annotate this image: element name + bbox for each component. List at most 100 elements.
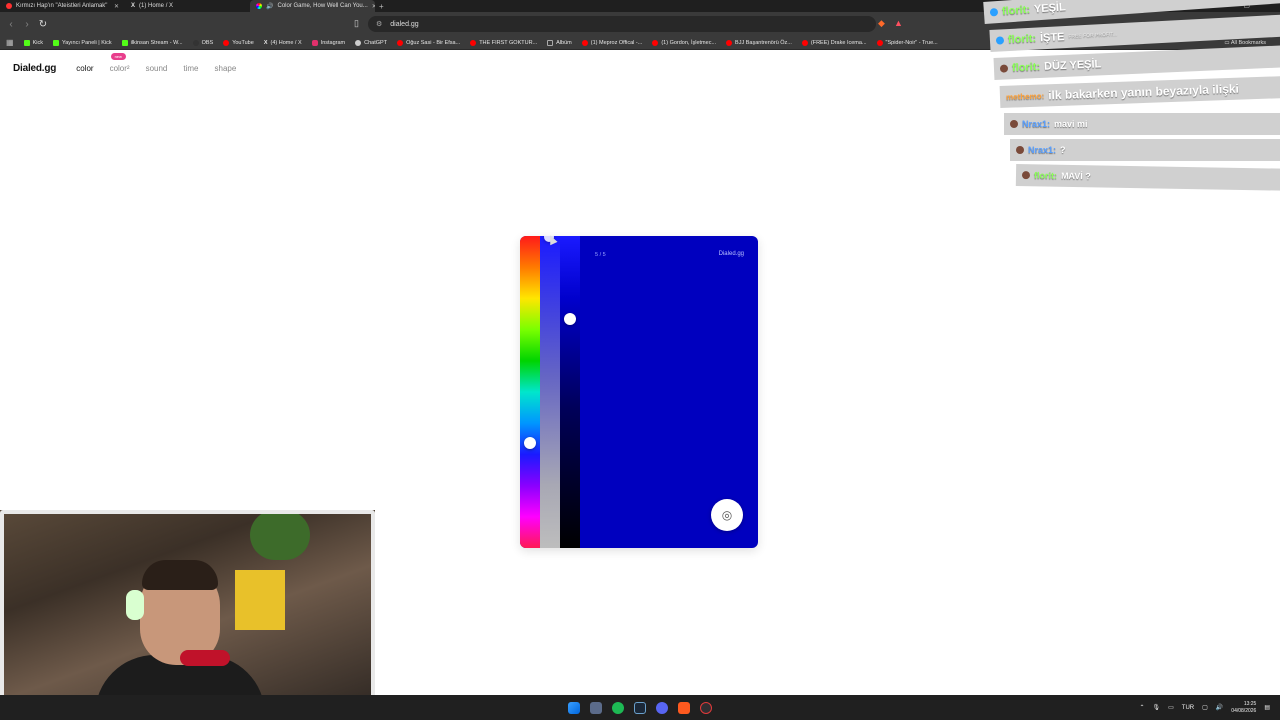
submit-button[interactable]: ◎	[711, 499, 743, 531]
windows-start-icon[interactable]	[568, 701, 580, 714]
mic-tray-icon[interactable]: 🎙	[1153, 704, 1161, 711]
bookmark-item[interactable]: (FREE) Drake Icema...	[801, 39, 867, 46]
saturation-slider[interactable]	[540, 236, 560, 548]
bookmark-label: YouTube	[232, 39, 254, 46]
url-text: dialed.gg	[390, 20, 419, 28]
saturation-handle[interactable]	[524, 437, 536, 449]
tab-1[interactable]: Kırmızı Hap'ın "Ateistleri Anlamak" ✕	[0, 0, 125, 12]
webcam-frame	[0, 510, 375, 720]
site-info-icon[interactable]: ⚙	[376, 20, 382, 28]
new-badge: new	[110, 53, 126, 60]
nav-sound[interactable]: sound	[146, 64, 168, 73]
bookmark-label: THE FIRST GOKTUR...	[479, 39, 538, 46]
nav-time[interactable]: time	[183, 64, 198, 73]
kick-icon	[52, 39, 59, 46]
bookmark-item[interactable]: THE FIRST GOKTUR...	[470, 39, 538, 46]
taskbar: ⌃ 🎙 ▭ TUR ▢ 🔊 13:25 04/08/2026 ▤	[0, 695, 1280, 720]
volume-icon[interactable]: 🔊	[1216, 704, 1223, 711]
bookmark-item[interactable]: X (4) Home / X	[264, 40, 302, 46]
obs-icon	[192, 39, 199, 46]
bookmark-icon[interactable]: ▯	[354, 18, 359, 29]
x-icon: X	[263, 39, 268, 46]
chat-text: ?	[1060, 145, 1066, 155]
notification-icon[interactable]: ▤	[1264, 704, 1270, 711]
dialed-favicon-icon	[256, 3, 262, 9]
bookmark-item[interactable]: (1) Meproz Offical -...	[581, 39, 642, 46]
apps-grid-icon[interactable]: ▦	[6, 38, 14, 47]
bookmark-label: OBS	[201, 39, 214, 46]
network-icon[interactable]: ▢	[1202, 704, 1208, 711]
bookmark-item[interactable]: Instagram	[311, 39, 345, 46]
language-indicator[interactable]: TUR	[1182, 705, 1194, 711]
folder-icon	[547, 39, 554, 46]
nav-label: color²	[109, 64, 130, 73]
bookmark-label: Yayıncı Paneli | Kick	[61, 39, 112, 46]
discord-icon[interactable]	[656, 701, 668, 714]
bookmark-label: (1) Gordon, İşletmec...	[661, 39, 717, 46]
bookmark-item[interactable]: (1) Gordon, İşletmec...	[652, 39, 717, 46]
brave-shield-icon[interactable]: ◆	[878, 18, 885, 29]
chat-username: Nrax1:	[1022, 119, 1051, 129]
address-bar[interactable]: ⚙ dialed.gg	[368, 16, 876, 32]
reload-icon[interactable]: ↻	[38, 19, 48, 30]
youtube-favicon-icon	[6, 3, 12, 9]
bookmark-item[interactable]: ilkinsan Stream - W...	[121, 39, 183, 46]
chatgpt-icon	[355, 39, 362, 46]
chevron-up-icon[interactable]: ⌃	[1139, 704, 1144, 711]
tab-title: (1) Home / X	[139, 3, 174, 9]
bookmark-item[interactable]: Albüm	[547, 39, 572, 46]
new-tab-button[interactable]: +	[375, 2, 388, 11]
lightness-slider[interactable]	[560, 236, 580, 548]
spotify-icon[interactable]	[612, 701, 624, 714]
clock-date: 04/08/2026	[1231, 707, 1257, 714]
brave-rewards-icon[interactable]: ▲	[894, 18, 903, 28]
youtube-icon	[801, 39, 808, 46]
site-logo[interactable]: Dialed.gg	[13, 63, 56, 74]
obs-icon[interactable]	[700, 701, 712, 714]
instagram-icon	[311, 39, 318, 46]
bookmark-item[interactable]: BJJ Başantrenörü Öz...	[726, 39, 792, 46]
fingerprint-icon: ◎	[721, 508, 733, 522]
badge-icon	[1010, 120, 1018, 128]
bookmark-label: "Spider-Noir" - True...	[885, 39, 938, 46]
steam-icon[interactable]	[634, 701, 646, 714]
bookmark-item[interactable]: Yayıncı Paneli | Kick	[52, 39, 112, 46]
nav-color-squared[interactable]: new color²	[109, 53, 130, 73]
bookmark-item[interactable]: ChatGPT	[355, 39, 387, 46]
chat-message: florit: MAVİ ?	[1015, 164, 1280, 192]
tab-title: Color Game, How Well Can You...	[277, 3, 368, 9]
badge-icon	[1021, 171, 1031, 180]
tab-3-active[interactable]: 🔊 Color Game, How Well Can You... ✕	[250, 0, 375, 12]
close-icon[interactable]: ✕	[114, 3, 119, 10]
display-icon[interactable]: ▭	[1168, 704, 1174, 711]
kick-icon	[121, 39, 128, 46]
tab-2[interactable]: X (1) Home / X	[125, 0, 250, 12]
clock[interactable]: 13:25 04/08/2026	[1231, 701, 1256, 715]
lightness-handle[interactable]	[564, 313, 576, 325]
brave-icon[interactable]	[678, 701, 690, 714]
bookmark-item[interactable]: OBS	[192, 39, 214, 46]
hue-slider[interactable]	[520, 236, 540, 548]
chat-username: methemo:	[1005, 90, 1045, 102]
forward-icon[interactable]: ›	[22, 19, 32, 30]
nav-color[interactable]: color	[76, 64, 93, 73]
chat-message: methemo: ilk bakarken yanın beyazıyla il…	[999, 75, 1280, 108]
youtube-icon	[581, 39, 588, 46]
bookmark-item[interactable]: YouTube	[223, 39, 254, 46]
chat-username: florit:	[1007, 32, 1037, 47]
back-icon[interactable]: ‹	[6, 19, 16, 30]
system-tray: ⌃ 🎙 ▭ TUR ▢ 🔊 13:25 04/08/2026 ▤	[1139, 695, 1270, 720]
youtube-icon	[876, 39, 883, 46]
youtube-icon	[223, 39, 230, 46]
chat-username: florit:	[1033, 170, 1058, 181]
kick-icon	[23, 39, 30, 46]
bookmark-item[interactable]: Kick	[23, 39, 43, 46]
file-explorer-icon[interactable]	[590, 701, 602, 714]
nav-shape[interactable]: shape	[215, 64, 237, 73]
badge-icon	[999, 64, 1009, 73]
bookmark-item[interactable]: Oğuz Sasi - Bir Efsa...	[397, 39, 460, 46]
x-favicon-icon: X	[131, 3, 136, 9]
site-nav: Dialed.gg color new color² sound time sh…	[13, 53, 252, 74]
bookmark-item[interactable]: "Spider-Noir" - True...	[876, 39, 938, 46]
badge-icon	[1016, 146, 1024, 154]
